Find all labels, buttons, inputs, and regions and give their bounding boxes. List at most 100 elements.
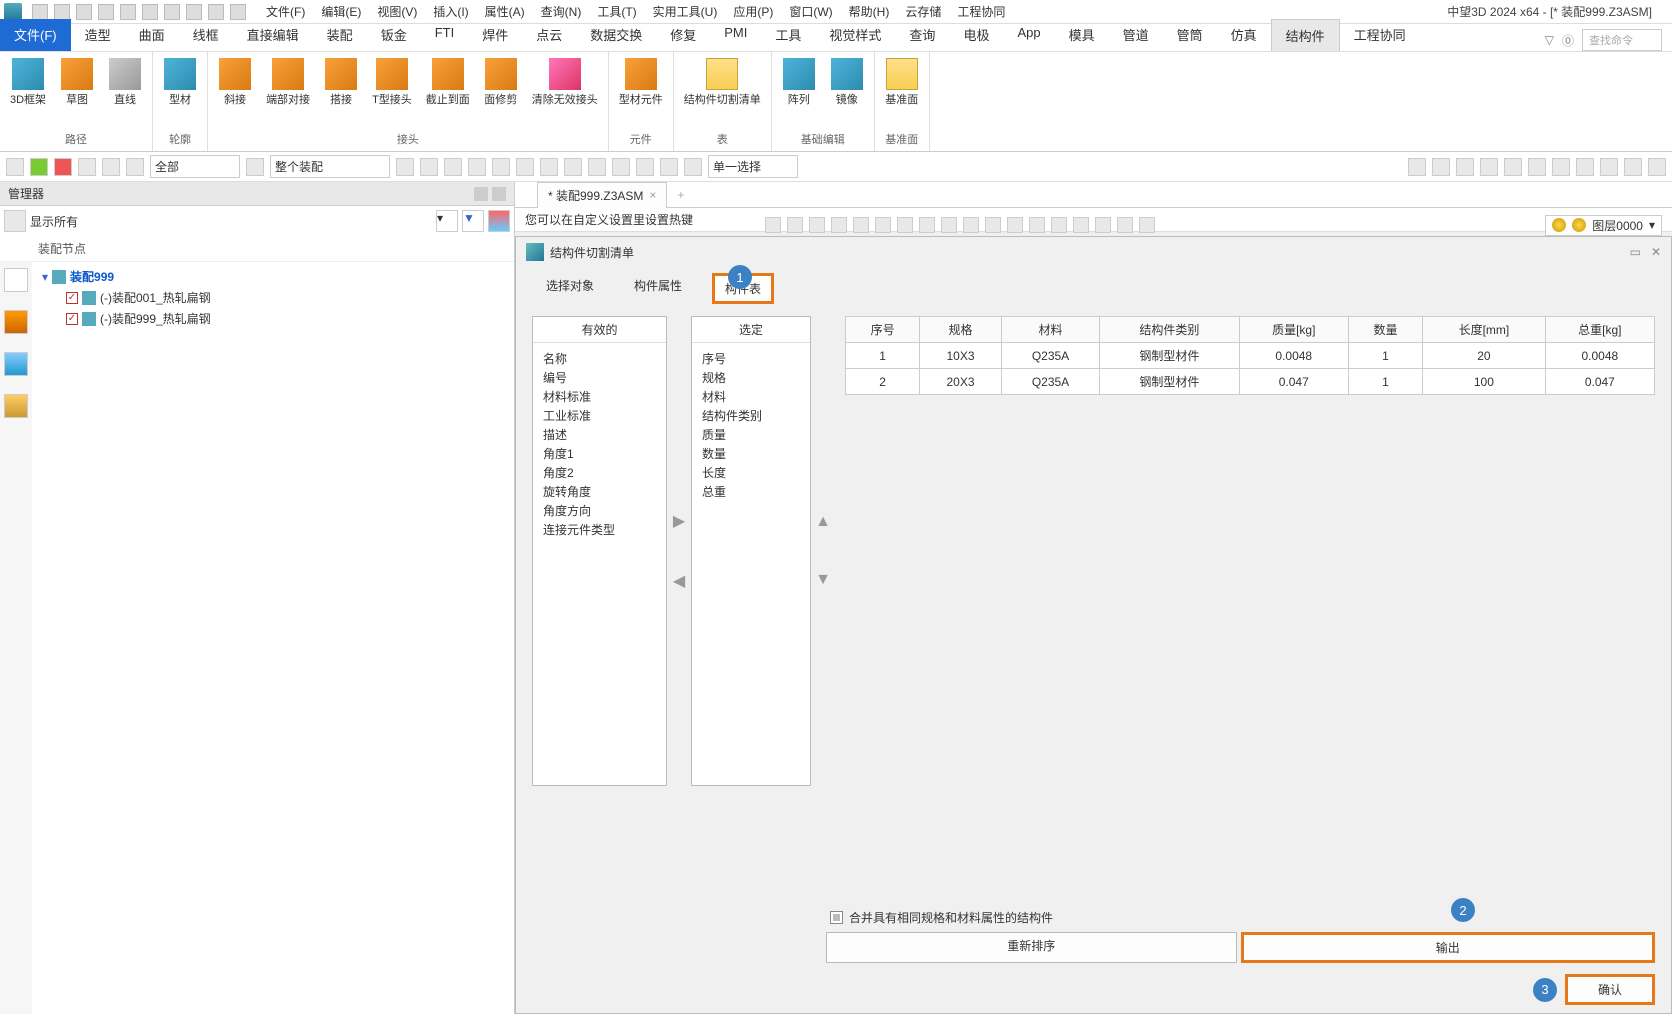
- ribbon-tab[interactable]: 线框: [179, 19, 233, 51]
- ribbon-tab[interactable]: PMI: [710, 19, 761, 51]
- list-item[interactable]: 工业标准: [543, 406, 656, 425]
- tool-icon[interactable]: [612, 158, 630, 176]
- ribbon-tab[interactable]: 工程协同: [1340, 19, 1420, 51]
- tool-icon[interactable]: [1624, 158, 1642, 176]
- ribbon-tab[interactable]: 修复: [656, 19, 710, 51]
- tool-icon[interactable]: [564, 158, 582, 176]
- tool-icon[interactable]: [1432, 158, 1450, 176]
- tool-icon[interactable]: [516, 158, 534, 176]
- tool-icon[interactable]: [1576, 158, 1594, 176]
- ribbon-item[interactable]: T型接头: [368, 56, 416, 129]
- list-item[interactable]: 规格: [702, 368, 800, 387]
- ribbon-item[interactable]: 面修剪: [480, 56, 522, 129]
- tree-tool-icon[interactable]: [4, 394, 28, 418]
- ribbon-tab[interactable]: 焊件: [468, 19, 522, 51]
- vp-icon[interactable]: [963, 217, 979, 233]
- tool-icon[interactable]: [684, 158, 702, 176]
- ribbon-item[interactable]: 3D框架: [6, 56, 50, 129]
- palette-icon[interactable]: [488, 210, 510, 232]
- expand-all-icon[interactable]: ▾: [436, 210, 458, 232]
- tree-mode-icon[interactable]: [4, 210, 26, 232]
- list-item[interactable]: 编号: [543, 368, 656, 387]
- ribbon-item[interactable]: 搭接: [320, 56, 362, 129]
- vp-icon[interactable]: [1051, 217, 1067, 233]
- tree-child-node[interactable]: (-)装配001_热轧扁钢: [38, 287, 508, 308]
- tool-icon[interactable]: [396, 158, 414, 176]
- ribbon-item[interactable]: 斜接: [214, 56, 256, 129]
- vp-icon[interactable]: [1073, 217, 1089, 233]
- list-item[interactable]: 连接元件类型: [543, 520, 656, 539]
- ribbon-tab[interactable]: 工具: [761, 19, 815, 51]
- vp-icon[interactable]: [1095, 217, 1111, 233]
- new-tab-icon[interactable]: +: [677, 188, 684, 202]
- ribbon-tab[interactable]: 数据交换: [576, 19, 656, 51]
- tool-icon[interactable]: [1408, 158, 1426, 176]
- list-item[interactable]: 结构件类别: [702, 406, 800, 425]
- list-item[interactable]: 序号: [702, 349, 800, 368]
- ribbon-tab[interactable]: 文件(F): [0, 19, 71, 51]
- vp-icon[interactable]: [787, 217, 803, 233]
- vp-icon[interactable]: [941, 217, 957, 233]
- tool-icon[interactable]: [1456, 158, 1474, 176]
- panel-float-icon[interactable]: [474, 187, 488, 201]
- vp-icon[interactable]: [875, 217, 891, 233]
- table-row[interactable]: 110X3Q235A钢制型材件0.00481200.0048: [846, 343, 1655, 369]
- tool-icon[interactable]: [54, 158, 72, 176]
- tree-expand-icon[interactable]: ▾: [42, 270, 48, 284]
- vp-icon[interactable]: [919, 217, 935, 233]
- qat-icon[interactable]: [98, 4, 114, 20]
- ok-button[interactable]: 确认: [1565, 974, 1655, 1005]
- tool-icon[interactable]: [126, 158, 144, 176]
- filter-combo-2[interactable]: 整个装配: [270, 155, 390, 178]
- tool-icon[interactable]: [246, 158, 264, 176]
- dialog-tab[interactable]: 选择对象: [536, 273, 604, 304]
- move-down-icon[interactable]: ▼: [815, 571, 831, 589]
- list-item[interactable]: 描述: [543, 425, 656, 444]
- table-row[interactable]: 220X3Q235A钢制型材件0.04711000.047: [846, 369, 1655, 395]
- list-item[interactable]: 角度1: [543, 444, 656, 463]
- tree-tool-icon[interactable]: [4, 310, 28, 334]
- ribbon-tab[interactable]: 电极: [949, 19, 1003, 51]
- ribbon-tab[interactable]: 直接编辑: [233, 19, 313, 51]
- tree-checkbox[interactable]: [66, 313, 78, 325]
- ribbon-tab[interactable]: 视觉样式: [815, 19, 895, 51]
- tool-icon[interactable]: [78, 158, 96, 176]
- ribbon-item[interactable]: 直线: [104, 56, 146, 129]
- tool-icon[interactable]: [636, 158, 654, 176]
- list-item[interactable]: 材料: [702, 387, 800, 406]
- list-item[interactable]: 名称: [543, 349, 656, 368]
- tool-icon[interactable]: [30, 158, 48, 176]
- tool-icon[interactable]: [444, 158, 462, 176]
- vp-icon[interactable]: [1117, 217, 1133, 233]
- qat-icon[interactable]: [164, 4, 180, 20]
- list-item[interactable]: 质量: [702, 425, 800, 444]
- tool-icon[interactable]: [660, 158, 678, 176]
- tree-checkbox[interactable]: [66, 292, 78, 304]
- dialog-tab[interactable]: 构件属性: [624, 273, 692, 304]
- ribbon-item[interactable]: 阵列: [778, 56, 820, 129]
- list-item[interactable]: 角度2: [543, 463, 656, 482]
- filter-combo-3[interactable]: 单一选择: [708, 155, 798, 178]
- qat-icon[interactable]: [54, 4, 70, 20]
- qat-icon[interactable]: [32, 4, 48, 20]
- list-item[interactable]: 总重: [702, 482, 800, 501]
- ribbon-item[interactable]: 清除无效接头: [528, 56, 602, 129]
- dialog-close-icon[interactable]: ✕: [1651, 245, 1661, 259]
- ribbon-tab[interactable]: FTI: [421, 19, 469, 51]
- ribbon-item[interactable]: 镜像: [826, 56, 868, 129]
- tree-child-node[interactable]: (-)装配999_热轧扁钢: [38, 308, 508, 329]
- qat-icon[interactable]: [76, 4, 92, 20]
- tool-icon[interactable]: [1648, 158, 1666, 176]
- filter-combo-1[interactable]: 全部: [150, 155, 240, 178]
- tool-icon[interactable]: [102, 158, 120, 176]
- selected-list[interactable]: 序号规格材料结构件类别质量数量长度总重: [692, 343, 810, 785]
- ribbon-tab[interactable]: 查询: [895, 19, 949, 51]
- list-item[interactable]: 长度: [702, 463, 800, 482]
- merge-checkbox[interactable]: [830, 911, 843, 924]
- search-command-input[interactable]: 查找命令: [1582, 29, 1662, 51]
- ribbon-item[interactable]: 端部对接: [262, 56, 314, 129]
- tool-icon[interactable]: [6, 158, 24, 176]
- close-tab-icon[interactable]: ×: [649, 188, 656, 202]
- vp-icon[interactable]: [765, 217, 781, 233]
- ribbon-tab[interactable]: App: [1003, 19, 1054, 51]
